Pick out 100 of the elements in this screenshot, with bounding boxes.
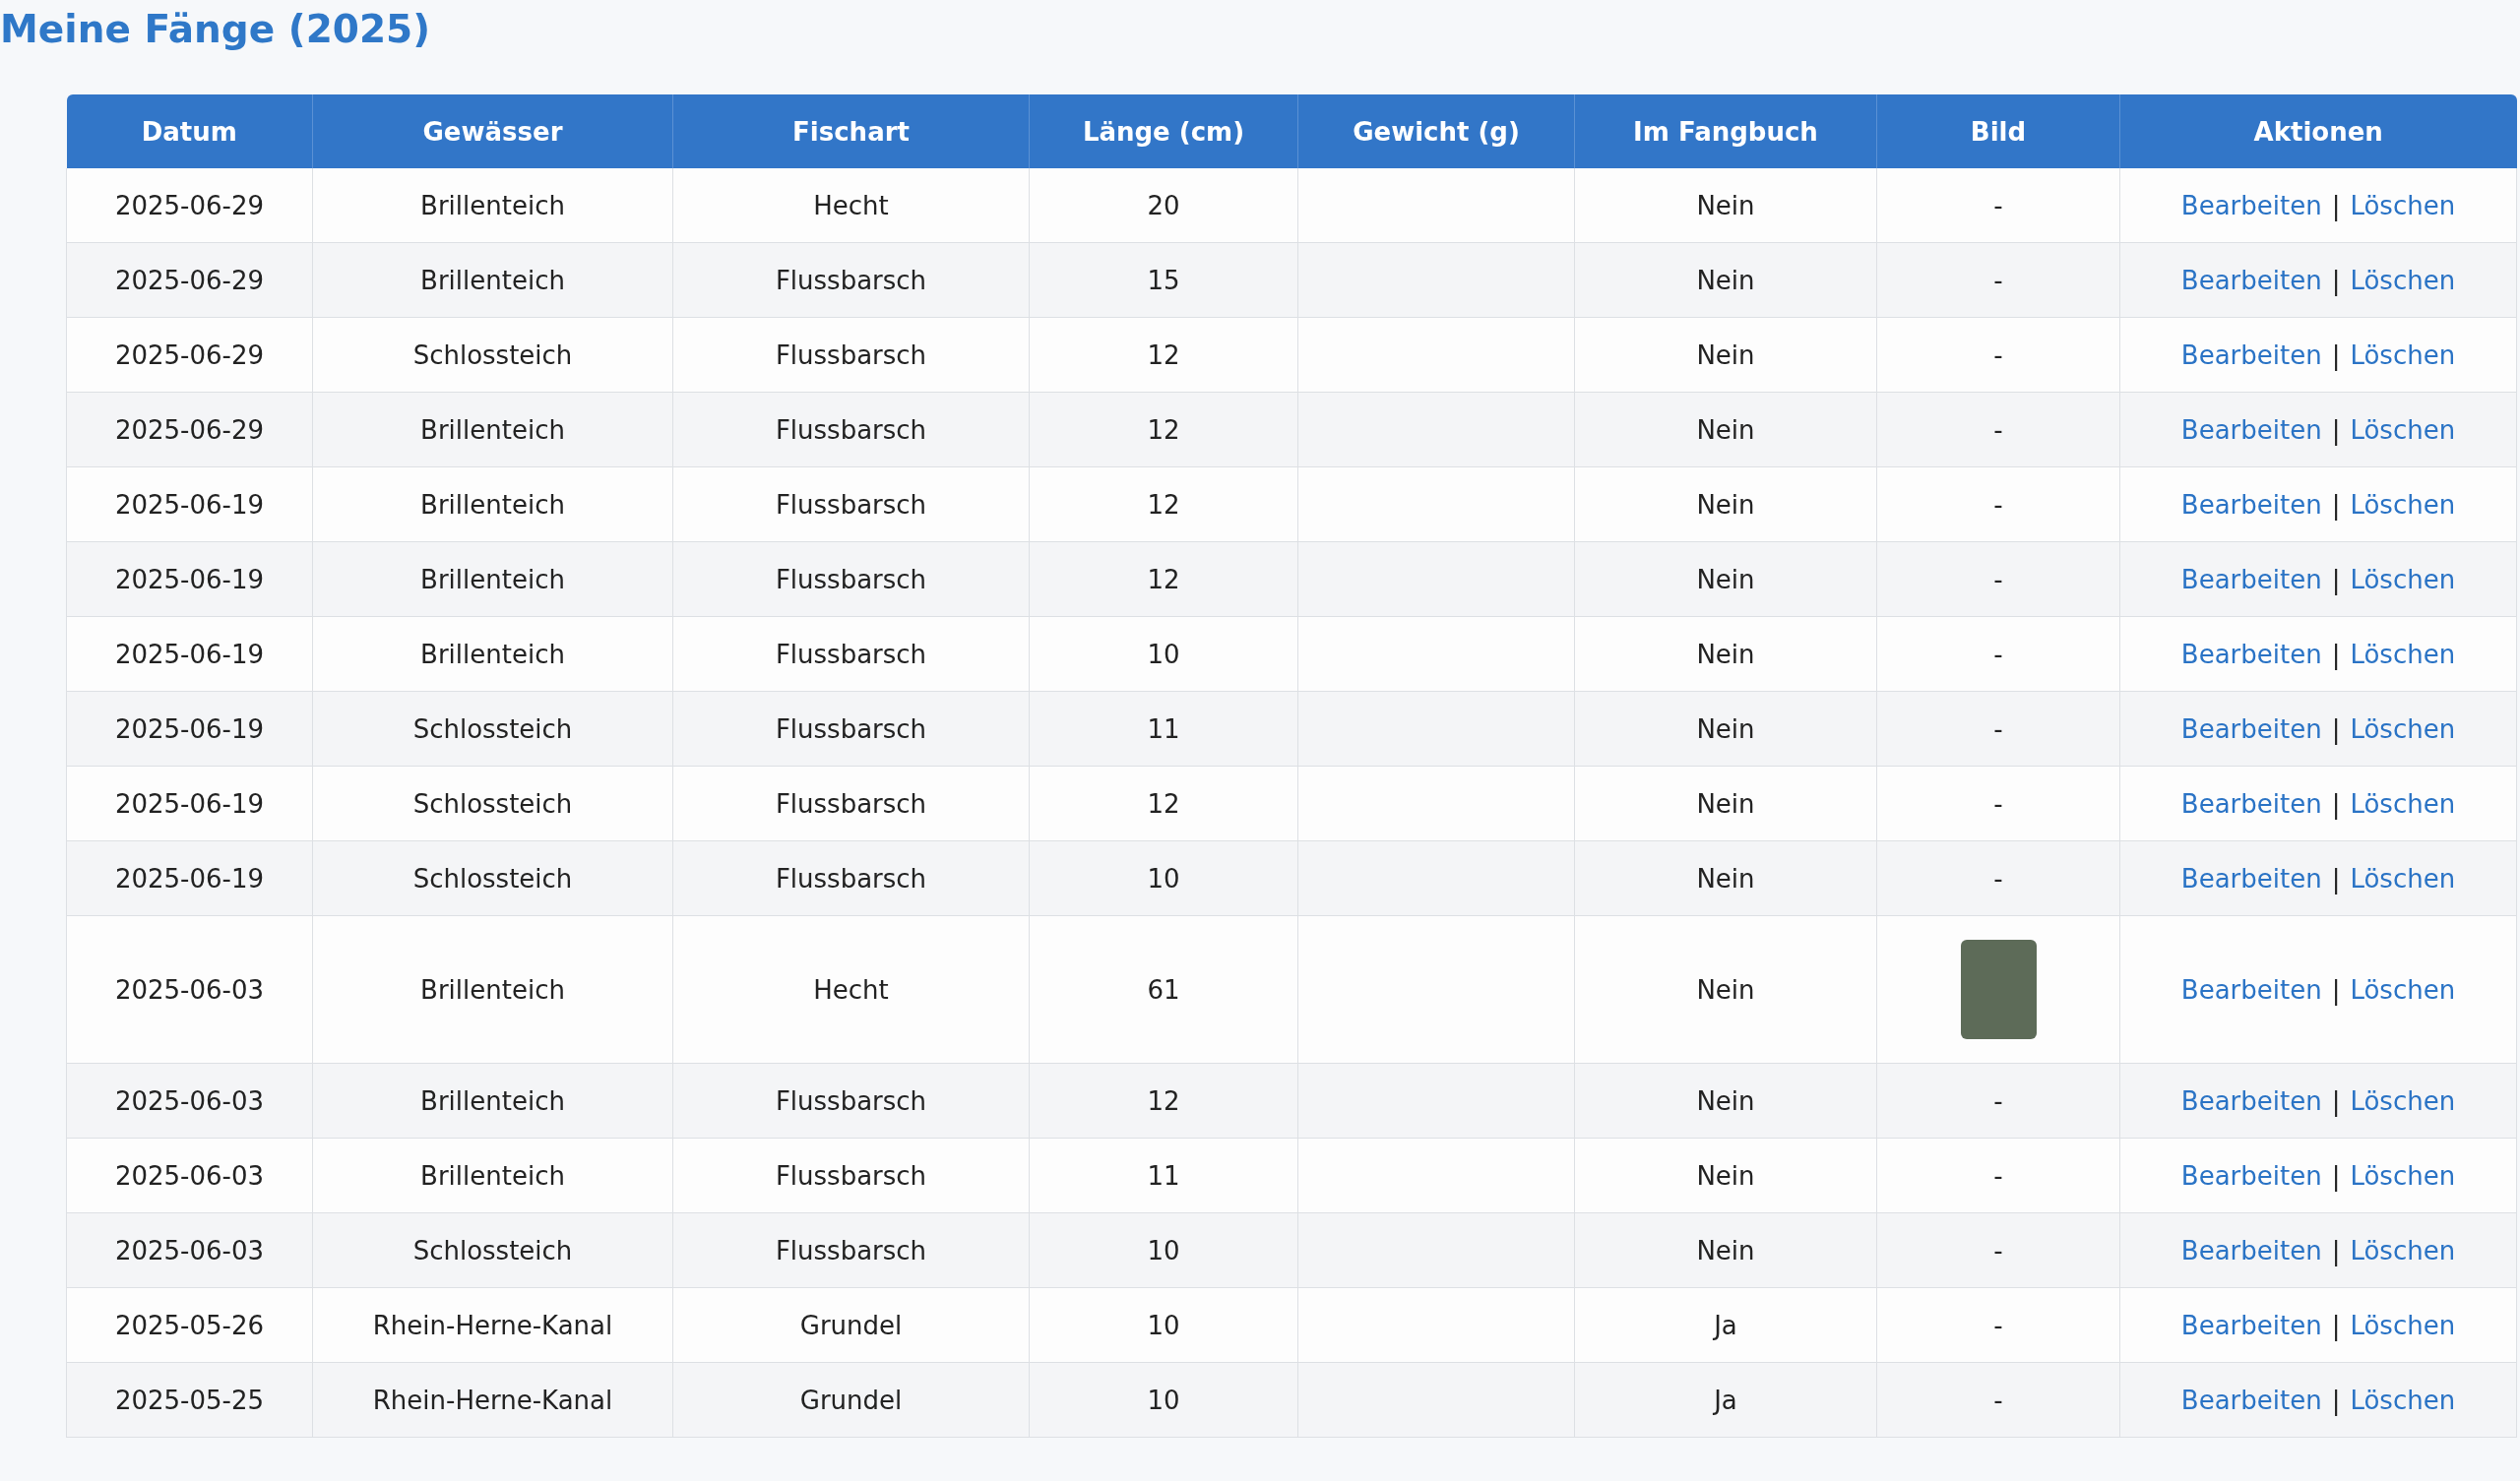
table-cell: Flussbarsch (775, 339, 927, 370)
table-cell: - (1993, 1310, 2003, 1340)
table-cell: Rhein-Herne-Kanal (372, 1310, 613, 1340)
table-cell: Nein (1696, 863, 1755, 894)
delete-link[interactable]: Löschen (2350, 190, 2456, 220)
edit-link[interactable]: Bearbeiten (2180, 713, 2322, 744)
separator: | (2331, 564, 2341, 594)
table-cell: 2025-05-25 (114, 1385, 265, 1415)
edit-link[interactable]: Bearbeiten (2180, 788, 2322, 819)
delete-link[interactable]: Löschen (2350, 1385, 2456, 1415)
delete-link[interactable]: Löschen (2350, 265, 2456, 295)
edit-link[interactable]: Bearbeiten (2180, 190, 2322, 220)
table-cell: 10 (1147, 1310, 1180, 1340)
table-cell: Brillenteich (420, 489, 565, 520)
column-header: Aktionen (2119, 94, 2517, 168)
table-cell: Flussbarsch (775, 414, 927, 445)
table-cell: Flussbarsch (775, 489, 927, 520)
table-cell: 10 (1147, 639, 1180, 669)
edit-link[interactable]: Bearbeiten (2180, 974, 2322, 1005)
table-cell: 61 (1147, 974, 1180, 1005)
table-cell: Brillenteich (420, 974, 565, 1005)
table-cell: 2025-06-19 (114, 489, 265, 520)
separator: | (2331, 713, 2341, 744)
table-cell: 10 (1147, 1235, 1180, 1265)
table-cell: 2025-06-29 (114, 265, 265, 295)
delete-link[interactable]: Löschen (2350, 489, 2456, 520)
edit-link[interactable]: Bearbeiten (2180, 265, 2322, 295)
delete-link[interactable]: Löschen (2350, 1235, 2456, 1265)
column-header: Datum (66, 94, 313, 168)
edit-link[interactable]: Bearbeiten (2180, 1160, 2322, 1191)
table-cell: Nein (1696, 713, 1755, 744)
delete-link[interactable]: Löschen (2350, 1085, 2456, 1116)
delete-link[interactable]: Löschen (2350, 1310, 2456, 1340)
table-cell: Brillenteich (420, 1160, 565, 1191)
table-cell: Nein (1696, 190, 1755, 220)
delete-link[interactable]: Löschen (2350, 788, 2456, 819)
table-cell: Ja (1714, 1385, 1737, 1415)
table-cell: 12 (1147, 339, 1180, 370)
table-cell: - (1993, 489, 2003, 520)
table-cell: 15 (1147, 265, 1180, 295)
table-cell: 2025-06-03 (114, 974, 265, 1005)
table-cell: Brillenteich (420, 639, 565, 669)
table-cell: 12 (1147, 1085, 1180, 1116)
table-cell: Nein (1696, 639, 1755, 669)
table-cell: Nein (1696, 414, 1755, 445)
edit-link[interactable]: Bearbeiten (2180, 1085, 2322, 1116)
table-cell: Schlossteich (412, 339, 573, 370)
table-cell: Flussbarsch (775, 1160, 927, 1191)
table-cell: 11 (1147, 713, 1180, 744)
table-cell: Nein (1696, 489, 1755, 520)
table-cell: Flussbarsch (775, 1085, 927, 1116)
edit-link[interactable]: Bearbeiten (2180, 1310, 2322, 1340)
table-cell: Flussbarsch (775, 1235, 927, 1265)
table-cell: 2025-06-29 (114, 414, 265, 445)
edit-link[interactable]: Bearbeiten (2180, 489, 2322, 520)
photo-placeholder[interactable] (1960, 940, 2037, 1039)
edit-link[interactable]: Bearbeiten (2180, 639, 2322, 669)
separator: | (2331, 265, 2341, 295)
edit-link[interactable]: Bearbeiten (2180, 414, 2322, 445)
table-cell: Nein (1696, 788, 1755, 819)
column-header: Länge (cm) (1029, 94, 1298, 168)
edit-link[interactable]: Bearbeiten (2180, 1235, 2322, 1265)
table-cell: 12 (1147, 489, 1180, 520)
table-cell: Grundel (799, 1385, 903, 1415)
delete-link[interactable]: Löschen (2350, 339, 2456, 370)
separator: | (2331, 414, 2341, 445)
delete-link[interactable]: Löschen (2350, 713, 2456, 744)
separator: | (2331, 339, 2341, 370)
table-cell: - (1993, 863, 2003, 894)
table-cell: Nein (1696, 564, 1755, 594)
table-cell: 10 (1147, 863, 1180, 894)
column-header: Im Fangbuch (1574, 94, 1877, 168)
table-cell: 12 (1147, 788, 1180, 819)
table-cell: 20 (1147, 190, 1180, 220)
column-header: Gewicht (g) (1297, 94, 1575, 168)
delete-link[interactable]: Löschen (2350, 1160, 2456, 1191)
table-cell: Flussbarsch (775, 639, 927, 669)
table-cell: - (1993, 788, 2003, 819)
table-cell: Hecht (813, 974, 889, 1005)
edit-link[interactable]: Bearbeiten (2180, 1385, 2322, 1415)
table-cell: - (1993, 190, 2003, 220)
table-cell: - (1993, 1085, 2003, 1116)
separator: | (2331, 1385, 2341, 1415)
table-cell: - (1993, 339, 2003, 370)
delete-link[interactable]: Löschen (2350, 564, 2456, 594)
separator: | (2331, 863, 2341, 894)
table-cell: 11 (1147, 1160, 1180, 1191)
table-cell: - (1993, 564, 2003, 594)
table-cell: - (1993, 639, 2003, 669)
edit-link[interactable]: Bearbeiten (2180, 863, 2322, 894)
delete-link[interactable]: Löschen (2350, 639, 2456, 669)
delete-link[interactable]: Löschen (2350, 863, 2456, 894)
delete-link[interactable]: Löschen (2350, 414, 2456, 445)
table-cell: Nein (1696, 339, 1755, 370)
edit-link[interactable]: Bearbeiten (2180, 564, 2322, 594)
edit-link[interactable]: Bearbeiten (2180, 339, 2322, 370)
separator: | (2331, 1085, 2341, 1116)
table-cell: Grundel (799, 1310, 903, 1340)
table-cell: - (1993, 1235, 2003, 1265)
delete-link[interactable]: Löschen (2350, 974, 2456, 1005)
